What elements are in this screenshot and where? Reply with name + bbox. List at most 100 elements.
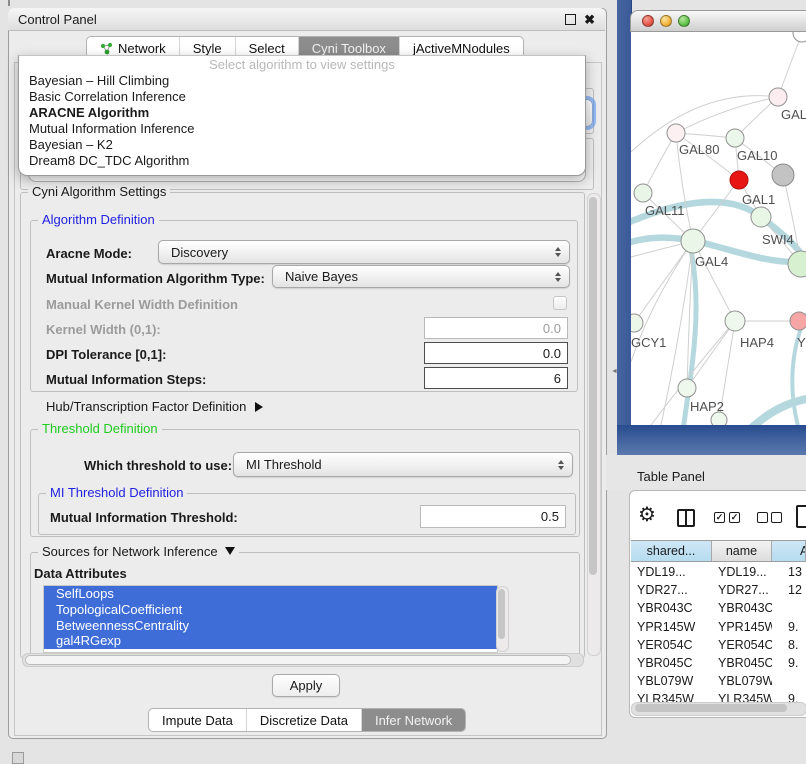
attributes-list-scrollbar[interactable] [496,586,509,652]
mi-type-value: Naive Bayes [285,269,358,284]
network-node-gal80[interactable] [667,124,685,142]
network-node-gal10[interactable] [726,129,744,147]
expand-arrow-icon[interactable] [225,547,235,555]
node-label: GAL80 [679,142,719,157]
collapse-arrow-icon[interactable] [255,402,263,412]
algorithm-option[interactable]: Bayesian – Hill Climbing [19,73,585,89]
minimized-window-icon[interactable] [12,752,24,764]
dropdown-placeholder[interactable]: Select algorithm to view settings [19,57,585,73]
tab-infer-network[interactable]: Infer Network [361,709,465,731]
network-view-canvas[interactable]: GALGAL80GAL10GAL1GAL11SWI4GAL4GCY1HAP4YH… [631,32,806,425]
network-node[interactable] [711,412,727,425]
node-label: GAL1 [742,192,775,207]
table-cell: YER054C [712,638,772,652]
table-cell: 8. [772,638,806,652]
close-panel-icon[interactable]: ✖ [584,13,595,26]
kernel-width-field[interactable]: 0.0 [424,317,568,339]
scrollbar-thumb[interactable] [635,704,787,712]
mi-threshold-field[interactable]: 0.5 [420,505,566,528]
table-cell: YDL19... [631,565,712,579]
page-icon[interactable] [796,505,806,528]
unchecked-checkbox-icon[interactable] [757,512,768,523]
attribute-list-item[interactable]: gal4RGexp [44,633,497,649]
apply-button[interactable]: Apply [272,674,340,697]
mi-type-combobox[interactable]: Naive Bayes [272,265,570,288]
which-threshold-combobox[interactable]: MI Threshold [233,452,573,477]
network-node[interactable] [793,32,806,42]
table-row[interactable]: YER054CYER054C8. [631,636,806,654]
table-row[interactable]: YBR045CYBR045C9. [631,654,806,672]
node-label: GAL4 [695,254,728,269]
network-node-y[interactable] [790,312,806,330]
mi-steps-value: 6 [554,371,561,386]
unchecked-checkbox-icon[interactable] [771,512,782,523]
checked-checkbox-icon[interactable]: ✓ [729,512,740,523]
float-window-icon[interactable] [565,14,576,25]
attribute-list-item[interactable]: SelfLoops [44,586,497,602]
network-node-swi4[interactable] [751,207,771,227]
network-node-gal[interactable] [769,88,787,106]
algorithm-option[interactable]: ARACNE Algorithm [19,105,585,121]
algorithm-option[interactable]: Bayesian – K2 [19,137,585,153]
checked-checkbox-icon[interactable]: ✓ [714,512,725,523]
scrollbar-thumb[interactable] [498,589,505,639]
aracne-mode-combobox[interactable]: Discovery [158,240,570,264]
combo-arrows-icon [555,272,561,282]
table-row[interactable]: YDL19...YDL19...13 [631,563,806,581]
settings-horizontal-scrollbar[interactable] [22,653,584,667]
attribute-list-item[interactable]: BetweennessCentrality [44,618,497,634]
tab-discretize-data[interactable]: Discretize Data [246,709,361,731]
table-row[interactable]: YBL079WYBL079W [631,672,806,690]
split-columns-icon[interactable] [677,509,695,527]
algorithm-option[interactable]: Dream8 DC_TDC Algorithm [19,153,585,169]
dpi-tolerance-field[interactable]: 0.0 [424,342,568,364]
network-node-hap2[interactable] [678,379,696,397]
sources-group-title[interactable]: Sources for Network Inference [38,545,239,559]
zoom-window-icon[interactable] [678,15,690,27]
tab-impute-data[interactable]: Impute Data [149,709,246,731]
table-row[interactable]: YPR145WYPR145W9. [631,618,806,636]
hub-definition-toggle[interactable]: Hub/Transcription Factor Definition [46,399,263,414]
table-cell: YBR043C [712,601,772,615]
network-node-gcy1[interactable] [631,314,643,332]
algorithm-option[interactable]: Mutual Information Inference [19,121,585,137]
column-header-partial[interactable]: A [772,541,806,561]
network-node-gal11[interactable] [634,184,652,202]
which-threshold-value: MI Threshold [246,457,322,472]
scrollbar-thumb[interactable] [25,655,571,665]
network-node[interactable] [772,164,794,186]
network-window-titlebar[interactable] [630,10,806,32]
column-header-name[interactable]: name [712,541,772,561]
table-horizontal-scrollbar[interactable] [631,702,806,716]
hub-definition-label: Hub/Transcription Factor Definition [46,399,246,414]
network-node-gal4[interactable] [681,229,705,253]
network-node-hap4[interactable] [725,311,745,331]
mi-threshold-label: Mutual Information Threshold: [50,510,238,525]
node-label: GAL10 [737,148,777,163]
manual-kernel-checkbox[interactable] [553,296,567,310]
dpi-tolerance-value: 0.0 [543,346,561,361]
splitter-collapse-icon[interactable]: ◄ [611,368,618,375]
mi-steps-field[interactable]: 6 [424,367,568,389]
table-row[interactable]: YDR27...YDR27...12 [631,581,806,599]
mi-steps-label: Mutual Information Steps: [46,372,206,387]
network-node-gal1[interactable] [730,171,748,189]
network-node[interactable] [788,251,806,277]
scrollbar-thumb[interactable] [589,197,597,575]
table-header-row: shared... name A [631,540,806,562]
settings-vertical-scrollbar[interactable] [587,193,601,656]
tab-label: Select [249,41,285,56]
gear-icon[interactable]: ⚙ [638,505,656,525]
minimize-window-icon[interactable] [660,15,672,27]
close-window-icon[interactable] [642,15,654,27]
aracne-mode-label: Aracne Mode: [46,246,132,261]
data-attributes-list[interactable]: SelfLoopsTopologicalCoefficientBetweenne… [43,585,498,653]
table-panel-title: Table Panel [637,469,705,484]
attribute-list-item[interactable]: TopologicalCoefficient [44,602,497,618]
table-cell: YBL079W [631,674,712,688]
kernel-width-value: 0.0 [543,321,561,336]
column-header-shared-name[interactable]: shared... [631,541,712,561]
algorithm-option[interactable]: Basic Correlation Inference [19,89,585,105]
table-row[interactable]: YBR043CYBR043C [631,599,806,617]
table-cell: YDL19... [712,565,772,579]
